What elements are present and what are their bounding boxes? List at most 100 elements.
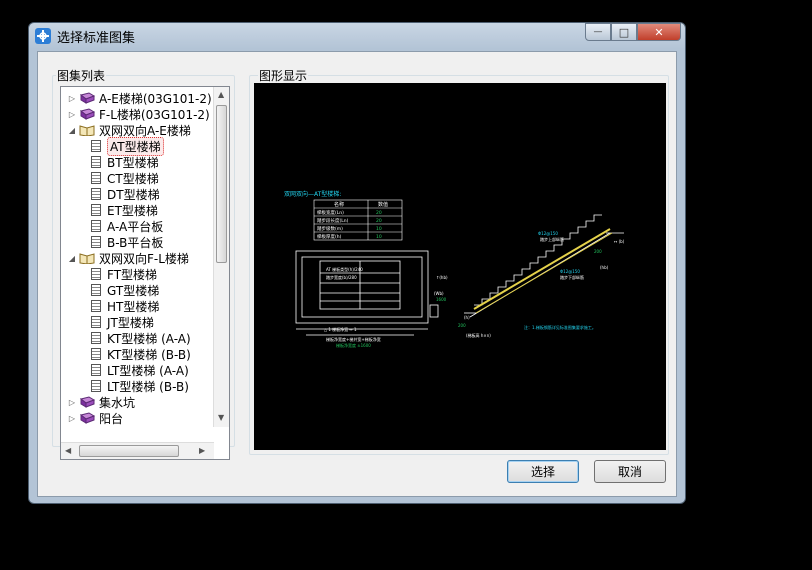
plan-view bbox=[295, 250, 439, 336]
svg-text:200: 200 bbox=[594, 249, 602, 254]
tree-node[interactable]: B-B平台板 bbox=[91, 234, 163, 250]
preview-label: 图形显示 bbox=[258, 67, 309, 84]
tree-node[interactable]: ◢ 双网双向A-E楼梯 bbox=[67, 122, 191, 138]
collapsed-arrow-icon[interactable]: ▷ bbox=[67, 398, 77, 407]
svg-text:△ 1 梯板净宽 ↔ 1: △ 1 梯板净宽 ↔ 1 bbox=[324, 326, 357, 332]
svg-text:(Wb): (Wb) bbox=[434, 291, 444, 296]
tree-node[interactable]: KT型楼梯 (B-B) bbox=[91, 346, 191, 362]
svg-text:(h): (h) bbox=[464, 315, 470, 320]
tree-vertical-scrollbar[interactable]: ▲ ▼ bbox=[213, 87, 229, 427]
tree-node[interactable]: DT型楼梯 bbox=[91, 186, 160, 202]
tree-node[interactable]: ▷ A-E楼梯(03G101-2) bbox=[67, 90, 212, 106]
maximize-button[interactable]: □ bbox=[611, 23, 637, 41]
table-rows: 梯板宽度(Ln) 20 踏步段长度(Ln) 20 踏步级数(m) 10 梯板厚度… bbox=[317, 209, 382, 240]
document-icon bbox=[91, 172, 101, 184]
document-icon bbox=[91, 348, 101, 360]
tree-node-label: GT型楼梯 bbox=[107, 283, 160, 298]
svg-text:踏步宽度(b)/280: 踏步宽度(b)/280 bbox=[326, 274, 357, 280]
section-labels: Φ12@150 踏步上部纵筋 Φ12@150 踏步下部纵筋 (hb) ↔ (b)… bbox=[458, 231, 625, 338]
table-cell: 10 bbox=[376, 226, 382, 232]
title-bar[interactable]: 选择标准图集 — □ ✕ bbox=[29, 23, 685, 49]
book-icon bbox=[79, 108, 95, 120]
select-button[interactable]: 选择 bbox=[507, 460, 579, 483]
tree-node[interactable]: LT型楼梯 (B-B) bbox=[91, 378, 189, 394]
scroll-down-icon[interactable]: ▼ bbox=[218, 413, 224, 422]
tree-node[interactable]: AT型楼梯 bbox=[91, 136, 164, 156]
table-cell: 20 bbox=[376, 218, 382, 224]
tree-node-label: ET型楼梯 bbox=[107, 203, 158, 218]
document-icon bbox=[91, 188, 101, 200]
tree-node[interactable]: ▷ 阳台 bbox=[67, 410, 123, 426]
app-icon bbox=[35, 28, 51, 44]
stair-rebar-lower bbox=[475, 232, 613, 314]
vertical-scroll-thumb[interactable] bbox=[216, 105, 227, 263]
expanded-arrow-icon[interactable]: ◢ bbox=[67, 254, 77, 263]
atlas-tree[interactable]: ▷ A-E楼梯(03G101-2) ▷ F-L楼梯(03G101-2) ◢ 双网双向A-E… bbox=[60, 86, 230, 460]
tree-node[interactable]: JT型楼梯 bbox=[91, 314, 154, 330]
tree-node[interactable]: ET型楼梯 bbox=[91, 202, 158, 218]
tree-node-label: 双网双向F-L楼梯 bbox=[99, 251, 189, 266]
open-book-icon bbox=[79, 253, 95, 264]
tree-node[interactable]: GT型楼梯 bbox=[91, 282, 159, 298]
collapsed-arrow-icon[interactable]: ▷ bbox=[67, 414, 77, 423]
minimize-icon: — bbox=[593, 27, 603, 37]
tree-node[interactable]: HT型楼梯 bbox=[91, 298, 159, 314]
tree-node-label: HT型楼梯 bbox=[107, 299, 160, 314]
tree-node[interactable]: ▷ F-L楼梯(03G101-2) bbox=[67, 106, 210, 122]
svg-text:(梯板高 h×n): (梯板高 h×n) bbox=[466, 332, 491, 338]
svg-text:1600: 1600 bbox=[436, 297, 447, 302]
document-icon bbox=[91, 364, 101, 376]
document-icon bbox=[91, 268, 101, 280]
drawing-note: 注：1.梯板钢筋详见标准图集要求施工。 bbox=[524, 324, 596, 330]
book-icon bbox=[79, 412, 95, 424]
table-header-name: 名称 bbox=[334, 201, 344, 208]
svg-text:Φ12@150: Φ12@150 bbox=[560, 269, 580, 274]
tree-node-label: LT型楼梯 (B-B) bbox=[107, 379, 189, 394]
table-cell: 梯板宽度(Ln) bbox=[317, 209, 344, 216]
collapsed-arrow-icon[interactable]: ▷ bbox=[67, 110, 77, 119]
scroll-up-icon[interactable]: ▲ bbox=[218, 90, 224, 99]
tree-horizontal-scrollbar[interactable]: ◀ ▶ bbox=[61, 442, 214, 459]
tree-node[interactable]: BT型楼梯 bbox=[91, 154, 159, 170]
svg-text:Φ12@150: Φ12@150 bbox=[538, 231, 558, 236]
plan-labels: AT 梯板类型(h)/240 踏步宽度(b)/280 △ 1 梯板净宽 ↔ 1 … bbox=[324, 266, 448, 348]
svg-text:梯板净宽度 ±1600: 梯板净宽度 ±1600 bbox=[336, 342, 371, 348]
tree-node[interactable]: ▷ 集水坑 bbox=[67, 394, 135, 410]
table-cell: 梯板厚度(h) bbox=[317, 233, 342, 240]
svg-text:踏步下部纵筋: 踏步下部纵筋 bbox=[560, 274, 584, 280]
tree-node[interactable]: A-A平台板 bbox=[91, 218, 163, 234]
document-icon bbox=[91, 332, 101, 344]
book-icon bbox=[79, 396, 95, 408]
document-icon bbox=[91, 236, 101, 248]
tree-node[interactable]: CT型楼梯 bbox=[91, 170, 159, 186]
open-book-icon bbox=[79, 125, 95, 136]
collapsed-arrow-icon[interactable]: ▷ bbox=[67, 94, 77, 103]
stair-drawing: 双网双向—AT型楼梯: 名称 数值 梯板宽度(Ln) 20 踏步段长度(Ln) … bbox=[284, 190, 625, 348]
scroll-right-icon[interactable]: ▶ bbox=[199, 446, 205, 455]
tree-node-label: 集水坑 bbox=[99, 395, 136, 410]
close-button[interactable]: ✕ bbox=[637, 23, 681, 41]
document-icon bbox=[91, 140, 101, 152]
tree-node[interactable]: KT型楼梯 (A-A) bbox=[91, 330, 191, 346]
document-icon bbox=[91, 300, 101, 312]
window-title: 选择标准图集 bbox=[57, 31, 136, 46]
tree-node-label: FT型楼梯 bbox=[107, 267, 158, 282]
drawing-heading: 双网双向—AT型楼梯: bbox=[284, 190, 341, 198]
tree-node-label: CT型楼梯 bbox=[107, 171, 159, 186]
cancel-button[interactable]: 取消 bbox=[594, 460, 666, 483]
document-icon bbox=[91, 284, 101, 296]
atlas-list-label: 图集列表 bbox=[56, 67, 107, 84]
window-controls: — □ ✕ bbox=[585, 23, 681, 41]
document-icon bbox=[91, 156, 101, 168]
tree-node-label: A-A平台板 bbox=[107, 219, 164, 234]
svg-text:AT 梯板类型(h)/240: AT 梯板类型(h)/240 bbox=[326, 266, 363, 272]
document-icon bbox=[91, 204, 101, 216]
expanded-arrow-icon[interactable]: ◢ bbox=[67, 126, 77, 135]
tree-node[interactable]: LT型楼梯 (A-A) bbox=[91, 362, 189, 378]
minimize-button[interactable]: — bbox=[585, 23, 611, 41]
svg-text:200: 200 bbox=[458, 323, 466, 328]
horizontal-scroll-thumb[interactable] bbox=[79, 445, 179, 457]
scroll-left-icon[interactable]: ◀ bbox=[65, 446, 71, 455]
tree-node[interactable]: ◢ 双网双向F-L楼梯 bbox=[67, 250, 189, 266]
tree-node[interactable]: FT型楼梯 bbox=[91, 266, 157, 282]
